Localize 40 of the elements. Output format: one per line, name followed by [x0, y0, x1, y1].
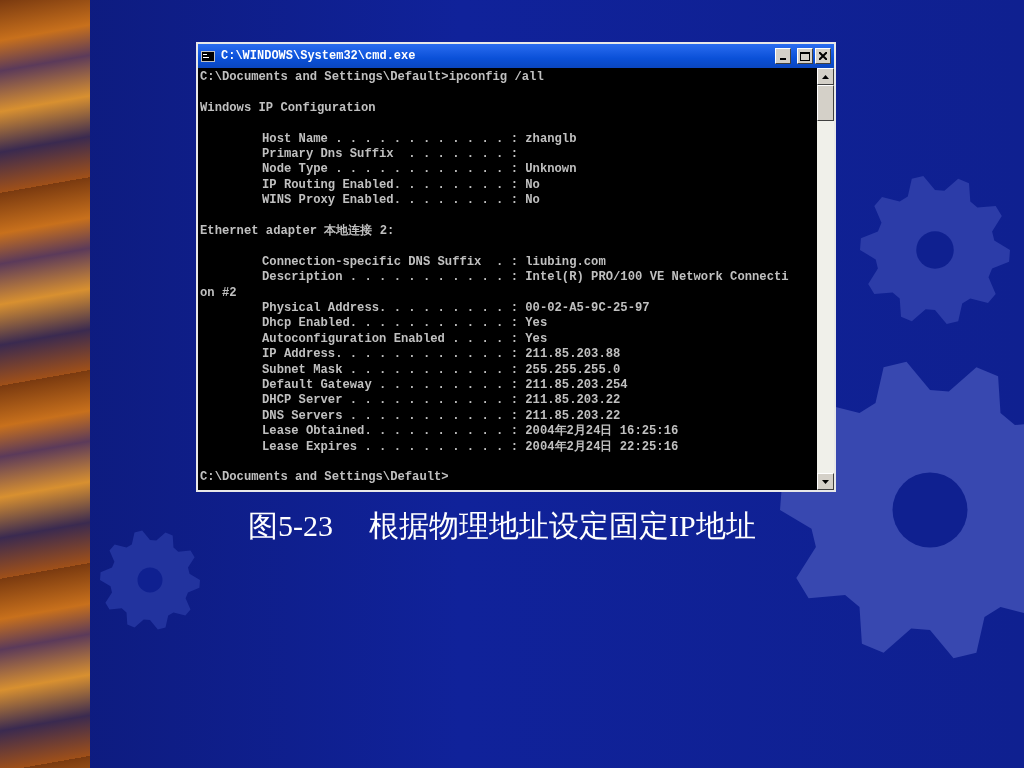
figure-number: 图5-23	[248, 508, 333, 544]
console-line: Description . . . . . . . . . . . : Intel(R) PRO/100 VE Network Connecti	[261, 270, 789, 286]
figure-caption: 根据物理地址设定固定IP地址	[369, 508, 756, 544]
down-arrow-icon	[822, 479, 829, 484]
scrollbar[interactable]	[817, 68, 834, 490]
window-title: C:\WINDOWS\System32\cmd.exe	[221, 49, 417, 63]
console-line: Lease Obtained. . . . . . . . . . : 2004年2月24日 16:25:16	[261, 424, 679, 440]
console-line: C:\Documents and Settings\Default>	[200, 470, 449, 486]
scroll-up-button[interactable]	[817, 68, 834, 85]
console-line: Autoconfiguration Enabled . . . . : Yes	[261, 331, 548, 348]
console-icon	[201, 50, 215, 62]
scroll-thumb[interactable]	[817, 85, 834, 121]
gear-icon	[860, 175, 1010, 325]
console-line: Physical Address. . . . . . . . . : 00-02-A5-9C-25-97	[261, 301, 650, 317]
minimize-button[interactable]	[775, 48, 791, 64]
console-line: IP Routing Enabled. . . . . . . . : No	[261, 177, 540, 194]
console-line: on #2	[200, 285, 237, 302]
console-line: C:\Documents and Settings\Default>ipconfig /all	[200, 70, 544, 86]
console-line: Subnet Mask . . . . . . . . . . . : 255.255.255.0	[261, 362, 621, 379]
console-line: Default Gateway . . . . . . . . . : 211.85.203.254	[261, 378, 628, 394]
console-line: IP Address. . . . . . . . . . . . : 211.85.203.88	[261, 347, 621, 363]
console-line: Lease Expires . . . . . . . . . . : 2004年2月24日 22:25:16	[261, 439, 679, 456]
console-line: Connection-specific DNS Suffix . : liubing.com	[261, 254, 606, 271]
console-line: Windows IP Configuration	[200, 100, 376, 117]
console-line: Ethernet adapter 本地连接 2:	[200, 224, 395, 240]
gear-icon	[100, 530, 200, 630]
close-icon	[819, 52, 827, 60]
close-button[interactable]	[815, 48, 831, 64]
console-line: Host Name . . . . . . . . . . . . : zhanglb	[261, 131, 577, 147]
scroll-down-button[interactable]	[817, 473, 834, 490]
maximize-icon	[800, 51, 810, 61]
console-line: WINS Proxy Enabled. . . . . . . . : No	[261, 193, 540, 209]
gear-icon	[780, 360, 1024, 660]
up-arrow-icon	[822, 74, 829, 79]
console-line: DNS Servers . . . . . . . . . . . : 211.85.203.22	[261, 408, 621, 424]
console-line: Node Type . . . . . . . . . . . . : Unknown	[261, 162, 577, 178]
console-line: DHCP Server . . . . . . . . . . . : 211.85.203.22	[261, 393, 621, 409]
console-line: Primary Dns Suffix . . . . . . . :	[261, 147, 518, 163]
maximize-button[interactable]	[797, 48, 813, 64]
console-line: Dhcp Enabled. . . . . . . . . . . : Yes	[261, 316, 548, 332]
